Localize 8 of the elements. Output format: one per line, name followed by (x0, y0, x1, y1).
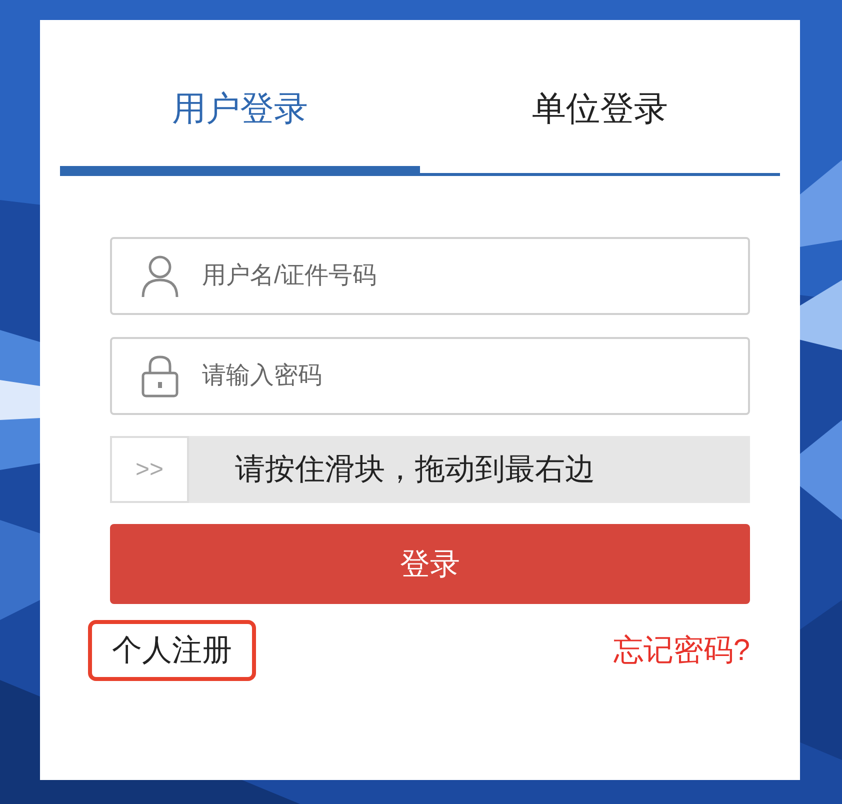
slider-hint: 请按住滑块，拖动到最右边 (235, 452, 595, 488)
forgot-password-link[interactable]: 忘记密码? (613, 630, 750, 671)
username-field[interactable]: 用户名/证件号码 (110, 237, 750, 315)
login-tab[interactable]: 单位登录 (420, 20, 780, 176)
login-button[interactable]: 登录 (110, 524, 750, 604)
password-field[interactable]: 请输入密码 (110, 337, 750, 415)
register-link[interactable]: 个人注册 (88, 620, 256, 681)
login-tab[interactable]: 用户登录 (60, 20, 420, 176)
